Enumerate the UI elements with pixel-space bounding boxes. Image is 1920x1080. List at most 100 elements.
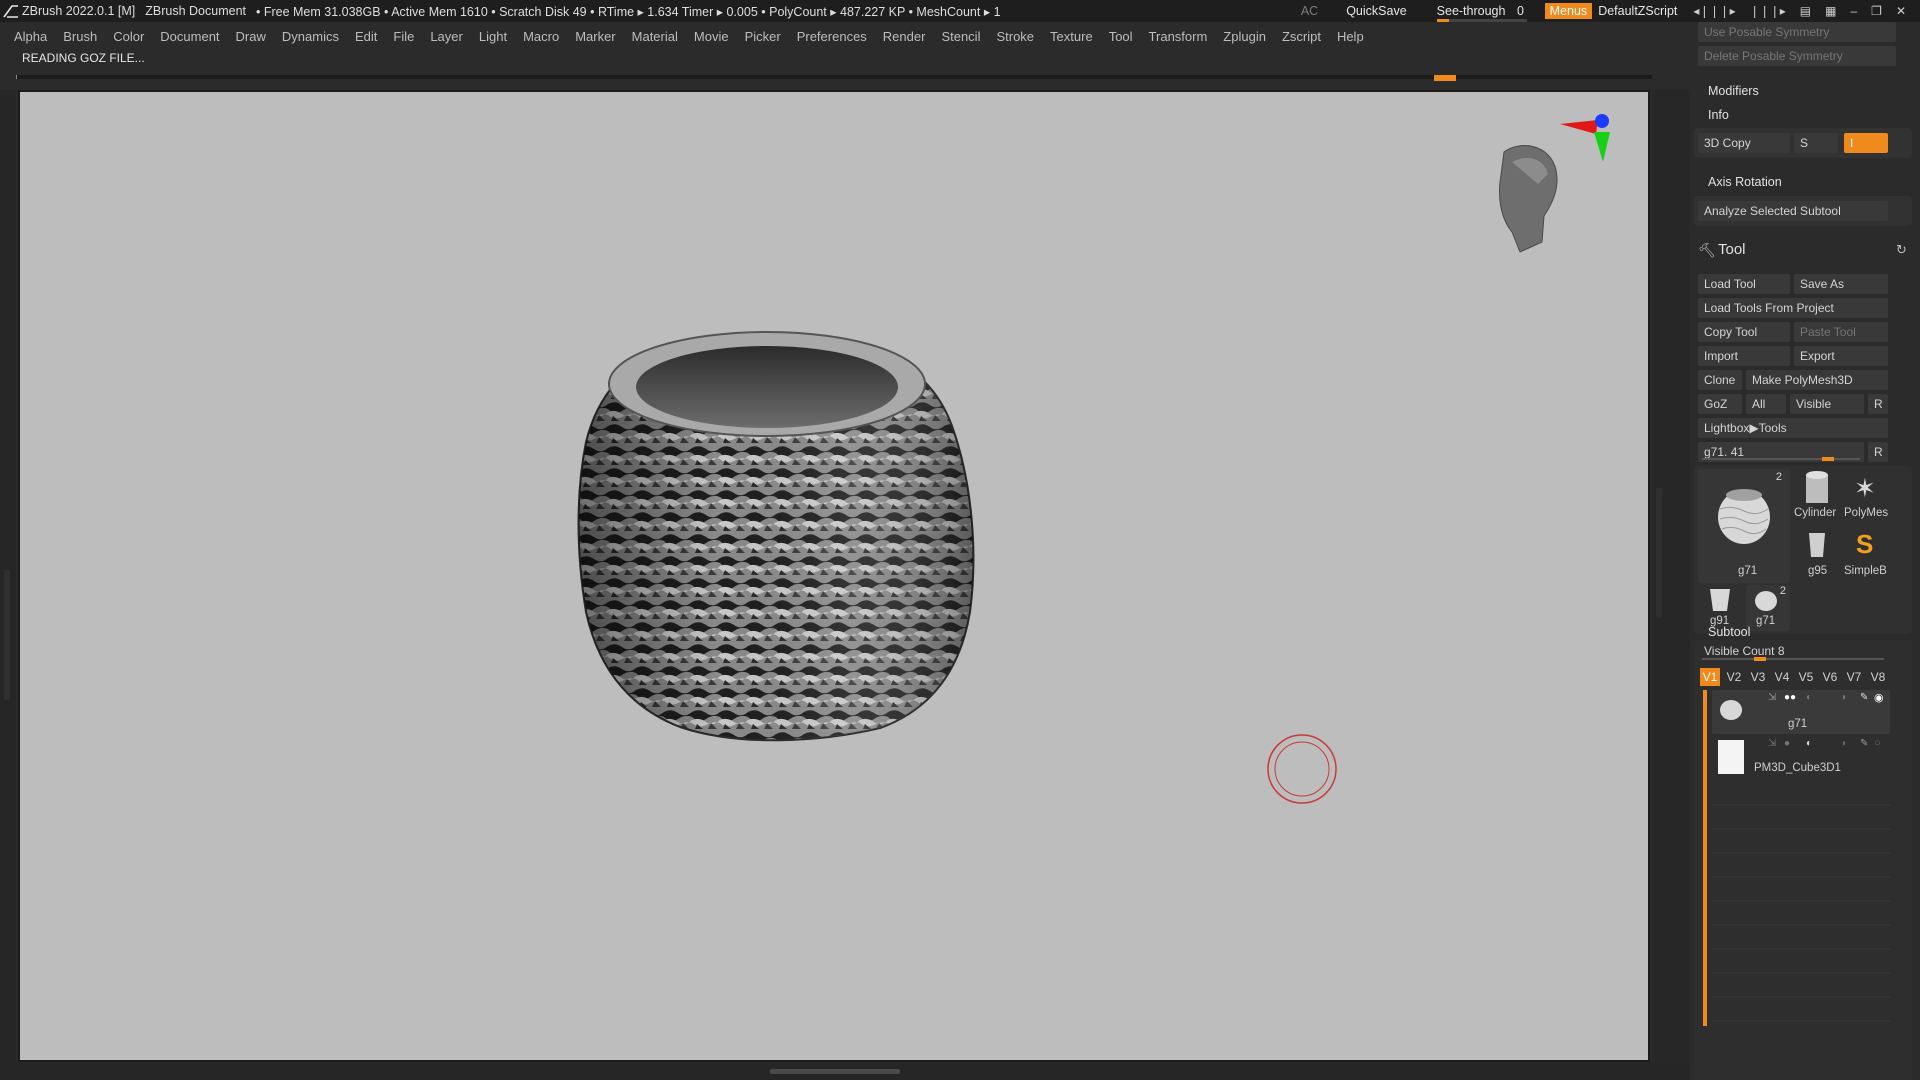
tool-palette-title[interactable]: Tool [1718, 241, 1746, 258]
tool-slider[interactable]: g71. 41 [1698, 442, 1864, 462]
polyframe-toggle-icon[interactable]: ● [1784, 738, 1790, 749]
pin-arrow-icon[interactable]: ⇲ [1768, 692, 1776, 703]
visibility-eye-icon[interactable]: ○ [1874, 737, 1881, 749]
right-tray-handle[interactable] [1656, 488, 1662, 618]
tab-v1[interactable]: V1 [1700, 668, 1720, 686]
make-polymesh3d-button[interactable]: Make PolyMesh3D [1746, 370, 1888, 390]
axis-rotation-header[interactable]: Axis Rotation [1708, 175, 1782, 189]
polypaint-toggle-icon[interactable]: ◐ [1806, 738, 1812, 749]
use-posable-symmetry-button[interactable]: Use Posable Symmetry [1698, 22, 1896, 42]
goz-button[interactable]: GoZ [1698, 394, 1742, 414]
menu-light[interactable]: Light [479, 29, 507, 44]
analyze-selected-subtool-button[interactable]: Analyze Selected Subtool [1698, 201, 1888, 221]
tab-v3[interactable]: V3 [1748, 668, 1768, 686]
subtool-header[interactable]: Subtool [1708, 625, 1750, 639]
export-button[interactable]: Export [1794, 346, 1888, 366]
tab-v4[interactable]: V4 [1772, 668, 1792, 686]
tool-thumb-g71-active[interactable]: 2 g71 [1698, 469, 1790, 583]
menu-layer[interactable]: Layer [430, 29, 463, 44]
tool-thumb-cylinder[interactable]: Cylinder [1794, 469, 1840, 525]
layout-arrows-icon[interactable]: ◂❘❘❘▸ [1693, 4, 1735, 18]
menu-transform[interactable]: Transform [1149, 29, 1208, 44]
menus-toggle-button[interactable]: Menus [1544, 3, 1593, 19]
bottom-tray-handle[interactable] [770, 1069, 900, 1074]
menu-stencil[interactable]: Stencil [941, 29, 980, 44]
menu-document[interactable]: Document [160, 29, 219, 44]
menu-render[interactable]: Render [883, 29, 926, 44]
info-header[interactable]: Info [1708, 108, 1729, 122]
goz-visible-button[interactable]: Visible [1790, 394, 1864, 414]
menu-color[interactable]: Color [113, 29, 144, 44]
restore-icon[interactable]: ❐ [1871, 4, 1882, 18]
tab-v2[interactable]: V2 [1724, 668, 1744, 686]
menu-help[interactable]: Help [1337, 29, 1364, 44]
menu-tool[interactable]: Tool [1109, 29, 1133, 44]
visible-count-slider[interactable]: Visible Count 8 [1698, 641, 1888, 661]
menu-marker[interactable]: Marker [575, 29, 615, 44]
menu-picker[interactable]: Picker [745, 29, 781, 44]
delete-posable-symmetry-button[interactable]: Delete Posable Symmetry [1698, 46, 1896, 66]
see-through-slider[interactable]: See-through 0 [1436, 4, 1527, 22]
load-tool-button[interactable]: Load Tool [1698, 274, 1790, 294]
brush-stroke-icon[interactable]: ✎ [1860, 738, 1868, 749]
ac-indicator[interactable]: AC [1301, 4, 1318, 18]
menu-brush[interactable]: Brush [63, 29, 97, 44]
tab-v6[interactable]: V6 [1820, 668, 1840, 686]
modifiers-header[interactable]: Modifiers [1708, 84, 1759, 98]
menu-zscript[interactable]: Zscript [1282, 29, 1321, 44]
subtool-list-scrollbar[interactable] [1703, 690, 1707, 1026]
tool-thumb-g95[interactable]: g95 [1794, 527, 1840, 583]
menu-zplugin[interactable]: Zplugin [1223, 29, 1266, 44]
paste-tool-button[interactable]: Paste Tool [1794, 322, 1888, 342]
subtool-row-g71[interactable]: ⇲ ●● ◐ ◑ ✎ ◉ g71 [1712, 690, 1890, 734]
ui-config-icon[interactable]: ▦ [1825, 4, 1836, 18]
menu-texture[interactable]: Texture [1050, 29, 1093, 44]
palette-reset-icon[interactable]: ↻ [1896, 242, 1907, 258]
interface-layout-icon[interactable]: ▤ [1800, 4, 1811, 18]
dynamesh-toggle-icon[interactable]: ◑ [1840, 738, 1846, 749]
brush-stroke-icon[interactable]: ✎ [1860, 692, 1868, 703]
tab-v5[interactable]: V5 [1796, 668, 1816, 686]
subtool-row-pm3d-cube3d1[interactable]: ⇲ ● ◐ ◑ ✎ ○ PM3D_Cube3D1 [1712, 736, 1890, 780]
menu-file[interactable]: File [393, 29, 414, 44]
import-button[interactable]: Import [1698, 346, 1790, 366]
menu-alpha[interactable]: Alpha [14, 29, 47, 44]
tool-thumb-simplebrush[interactable]: S SimpleB [1842, 527, 1890, 583]
lightbox-tools-button[interactable]: Lightbox▶Tools [1698, 418, 1888, 438]
save-as-button[interactable]: Save As [1794, 274, 1888, 294]
3d-copy-button[interactable]: 3D Copy [1698, 133, 1790, 153]
polyframe-toggle-icon[interactable]: ●● [1784, 692, 1796, 703]
copy-tool-button[interactable]: Copy Tool [1698, 322, 1790, 342]
menu-draw[interactable]: Draw [236, 29, 266, 44]
goz-all-button[interactable]: All [1746, 394, 1786, 414]
quicksave-button[interactable]: QuickSave [1346, 4, 1406, 18]
menu-dynamics[interactable]: Dynamics [282, 29, 339, 44]
navigation-gizmo[interactable] [1499, 114, 1611, 253]
3d-copy-i-button[interactable]: I [1844, 133, 1888, 153]
polypaint-toggle-icon[interactable]: ◐ [1806, 692, 1812, 703]
left-tray-handle[interactable] [4, 570, 10, 700]
layout-cycle-icon[interactable]: ❘❘❘▸ [1750, 4, 1786, 18]
visibility-eye-icon[interactable]: ◉ [1874, 691, 1884, 704]
load-tools-from-project-button[interactable]: Load Tools From Project [1698, 298, 1888, 318]
tab-v7[interactable]: V7 [1844, 668, 1864, 686]
clone-button[interactable]: Clone [1698, 370, 1742, 390]
menu-movie[interactable]: Movie [694, 29, 729, 44]
tool-slider-r-button[interactable]: R [1868, 442, 1888, 462]
goz-r-button[interactable]: R [1868, 394, 1888, 414]
dynamesh-toggle-icon[interactable]: ◑ [1840, 692, 1846, 703]
menu-macro[interactable]: Macro [523, 29, 559, 44]
minimize-icon[interactable]: – [1850, 4, 1857, 18]
menu-preferences[interactable]: Preferences [797, 29, 867, 44]
menu-stroke[interactable]: Stroke [996, 29, 1034, 44]
menu-edit[interactable]: Edit [355, 29, 377, 44]
close-icon[interactable]: ✕ [1896, 4, 1906, 18]
default-zscript-button[interactable]: DefaultZScript [1598, 4, 1677, 18]
tool-thumb-g71[interactable]: 2 g71 [1746, 585, 1790, 631]
tool-thumb-polymesh[interactable]: ✶ PolyMes [1842, 469, 1890, 525]
3d-copy-s-button[interactable]: S [1794, 133, 1838, 153]
menu-material[interactable]: Material [632, 29, 678, 44]
sculpt-mesh-g71[interactable] [577, 331, 975, 742]
canvas-viewport[interactable] [18, 90, 1650, 1062]
tab-v8[interactable]: V8 [1868, 668, 1888, 686]
